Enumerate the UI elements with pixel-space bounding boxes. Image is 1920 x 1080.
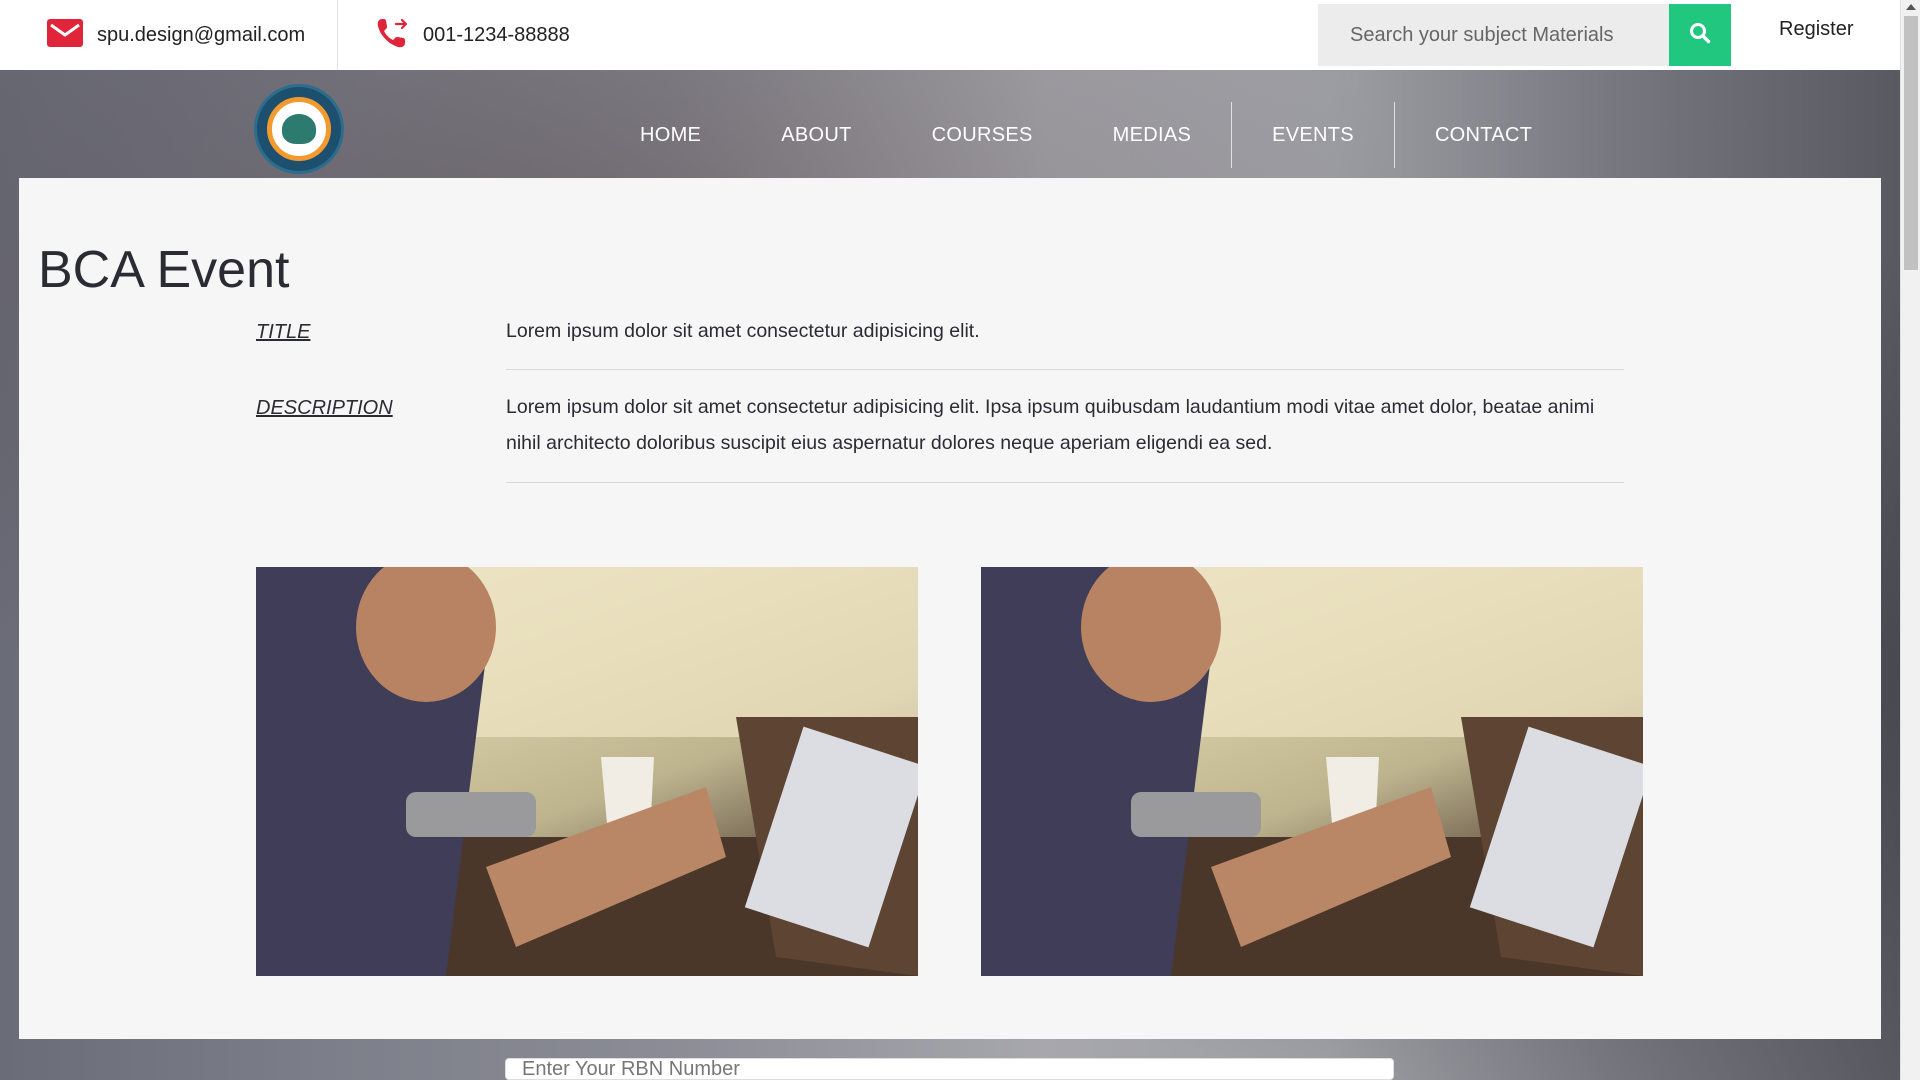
college-logo[interactable] bbox=[254, 84, 344, 174]
search-button[interactable] bbox=[1669, 4, 1731, 66]
scroll-up-arrow-icon[interactable] bbox=[1906, 4, 1916, 10]
event-photo-2 bbox=[981, 567, 1643, 976]
title-value: Lorem ipsum dolor sit amet consectetur a… bbox=[506, 320, 980, 342]
nav-home[interactable]: HOME bbox=[600, 100, 741, 170]
page-title: BCA Event bbox=[38, 241, 290, 299]
rbn-number-input[interactable] bbox=[505, 1058, 1394, 1080]
phone-icon bbox=[374, 15, 410, 56]
nav-contact[interactable]: CONTACT bbox=[1395, 100, 1572, 170]
nav-about[interactable]: ABOUT bbox=[741, 100, 891, 170]
description-value: Lorem ipsum dolor sit amet consectetur a… bbox=[506, 396, 1595, 454]
logo-core-shape bbox=[282, 114, 316, 144]
nav-events[interactable]: EVENTS bbox=[1232, 100, 1394, 170]
email-text: spu.design@gmail.com bbox=[97, 23, 306, 46]
divider bbox=[506, 482, 1624, 483]
mail-icon bbox=[46, 18, 84, 53]
scroll-thumb[interactable] bbox=[1904, 16, 1918, 270]
page-scrollbar[interactable] bbox=[1900, 0, 1920, 1080]
contact-phone: 001-1234-88888 bbox=[338, 0, 570, 70]
register-link[interactable]: Register bbox=[1779, 18, 1853, 41]
top-bar: spu.design@gmail.com 001-1234-88888 Regi… bbox=[0, 0, 1900, 70]
search-input[interactable] bbox=[1318, 4, 1669, 66]
event-card: BCA Event TITLE Lorem ipsum dolor sit am… bbox=[19, 178, 1881, 1039]
nav-courses[interactable]: COURSES bbox=[892, 100, 1073, 170]
nav-medias[interactable]: MEDIAS bbox=[1073, 100, 1231, 170]
search-icon bbox=[1689, 22, 1711, 49]
phone-text: 001-1234-88888 bbox=[423, 23, 570, 46]
event-photo-1 bbox=[256, 567, 918, 976]
main-nav: HOME ABOUT COURSES MEDIAS EVENTS CONTACT bbox=[600, 100, 1572, 170]
search-box bbox=[1318, 4, 1731, 66]
description-label: DESCRIPTION bbox=[256, 397, 393, 419]
contact-email: spu.design@gmail.com bbox=[0, 0, 338, 70]
logo-emblem bbox=[267, 97, 331, 161]
divider bbox=[506, 369, 1624, 370]
title-label: TITLE bbox=[256, 321, 311, 343]
